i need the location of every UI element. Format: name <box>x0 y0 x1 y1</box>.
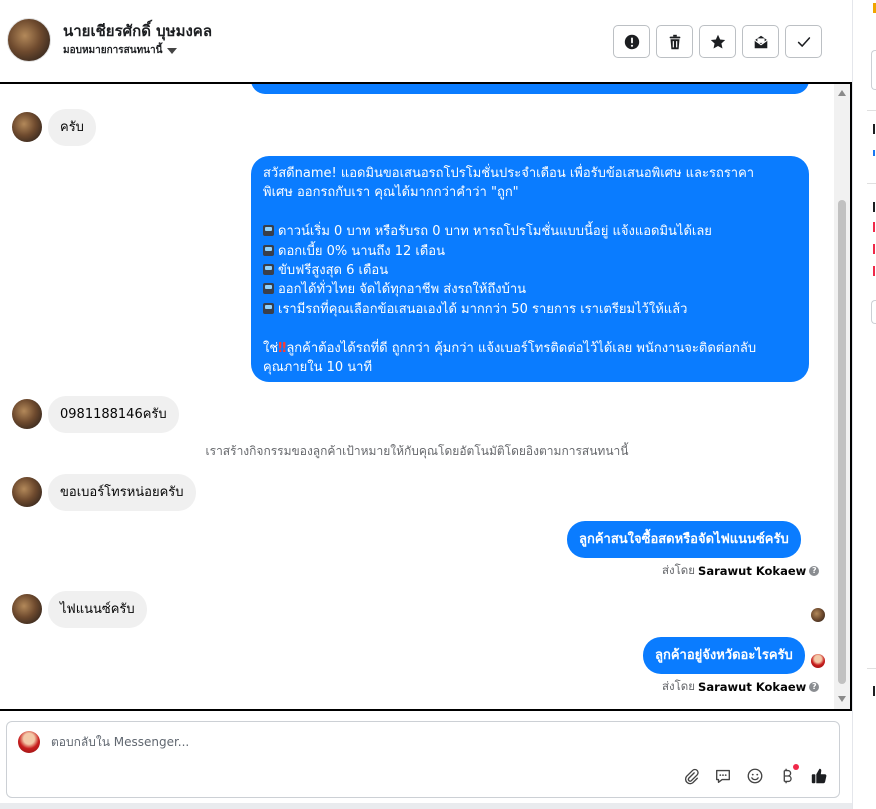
message-bubble-incoming: ครับ <box>48 109 96 146</box>
conversation-header: นายเชียรศักดิ์ บุษมงคล มอบหมายการสนทนานี… <box>0 0 852 82</box>
sent-by-line: ส่งโดย Sarawut Kokaew ? <box>662 678 820 696</box>
mark-done-button[interactable] <box>785 25 822 58</box>
assign-label: มอบหมายการสนทนานี้ <box>63 45 163 56</box>
sent-by-label: ส่งโดย <box>662 563 696 577</box>
car-emoji-icon <box>263 264 274 276</box>
panel-input-fragment[interactable] <box>871 300 876 324</box>
panel-marker <box>873 266 875 276</box>
promo-line: ออกได้ทั่วไทย จัดได้ทุกอาชีพ ส่งรถให้ถึง… <box>263 280 797 299</box>
panel-marker <box>873 150 875 156</box>
scroll-down-arrow-icon[interactable] <box>838 696 846 702</box>
car-emoji-icon <box>263 225 274 237</box>
sent-by-name[interactable]: Sarawut Kokaew <box>698 680 806 694</box>
info-icon[interactable]: ? <box>809 682 820 692</box>
smiley-icon <box>747 768 763 784</box>
envelope-open-icon <box>753 35 768 48</box>
promo-line: ใช่‼ลูกค้าต้องได้รถที่ดี ถูกกว่า คุ้มกว่… <box>263 339 797 358</box>
message-bubble-incoming: 0981188146ครับ <box>48 396 179 433</box>
baht-icon <box>783 768 792 784</box>
right-details-panel <box>852 0 876 809</box>
panel-marker <box>873 124 875 134</box>
message-bubble-outgoing-cutoff <box>251 84 809 94</box>
promo-line: คุณภายใน 10 นาที <box>263 360 373 376</box>
star-icon <box>710 34 725 48</box>
attach-button[interactable] <box>681 766 701 786</box>
thumbs-up-icon <box>811 768 827 784</box>
promo-line <box>263 319 797 338</box>
message-bubble-incoming: ไฟแนนซ์ครับ <box>48 591 147 628</box>
checkmark-icon <box>797 36 810 47</box>
sent-by-label: ส่งโดย <box>662 679 696 693</box>
sent-by-name[interactable]: Sarawut Kokaew <box>698 564 806 578</box>
exclamation-circle-icon <box>624 34 639 49</box>
panel-divider <box>867 668 876 669</box>
promo-line: ดาวน์เริ่ม 0 บาท หรือรับรถ 0 บาท หารถโปร… <box>263 222 797 241</box>
promo-message-bubble: สวัสดีname! แอดมินขอเสนอรถโปรโมชั่นประจำ… <box>251 156 809 382</box>
reply-composer <box>6 721 840 798</box>
panel-input-fragment[interactable] <box>871 50 876 90</box>
star-button[interactable] <box>699 25 736 58</box>
system-activity-note: เราสร้างกิจกรรมของลูกค้าเป้าหมายให้กับคุ… <box>205 444 629 458</box>
message-bubble-outgoing: ลูกค้าสนใจซื้อสดหรือจัดไฟแนนซ์ครับ <box>567 521 801 558</box>
promo-line <box>263 203 797 222</box>
panel-marker <box>873 686 875 696</box>
contact-message-avatar <box>12 594 42 624</box>
bottom-strip <box>0 803 852 809</box>
notification-dot <box>793 764 799 770</box>
agent-avatar <box>18 731 40 753</box>
promo-line: ขับฟรีสูงสุด 6 เดือน <box>263 261 797 280</box>
scroll-up-arrow-icon[interactable] <box>838 90 846 96</box>
panel-marker <box>873 202 875 212</box>
contact-message-avatar <box>12 477 42 507</box>
chat-bubble-icon <box>716 769 730 783</box>
emoji-button[interactable] <box>745 766 765 786</box>
like-button[interactable] <box>809 766 829 786</box>
caret-down-icon <box>167 47 178 54</box>
contact-message-avatar <box>12 399 42 429</box>
message-bubble-incoming: ขอเบอร์โทรหน่อยครับ <box>48 474 196 511</box>
thread-scrollbar[interactable] <box>834 84 850 709</box>
payment-button[interactable] <box>777 764 799 786</box>
delete-button[interactable] <box>656 25 693 58</box>
car-emoji-icon <box>263 283 274 295</box>
car-emoji-icon <box>263 302 274 314</box>
promo-line: สวัสดีname! แอดมินขอเสนอรถโปรโมชั่นประจำ… <box>263 166 755 181</box>
assign-conversation-dropdown[interactable]: มอบหมายการสนทนานี้ <box>63 43 178 58</box>
read-receipt-avatar <box>811 608 825 622</box>
panel-marker <box>873 222 875 232</box>
paperclip-icon <box>684 768 699 785</box>
scrollbar-thumb[interactable] <box>838 200 846 684</box>
panel-divider <box>867 110 876 111</box>
panel-marker <box>873 244 875 254</box>
message-thread[interactable]: ครับ สวัสดีname! แอดมินขอเสนอรถโปรโมชั่น… <box>0 82 852 711</box>
message-bubble-outgoing: ลูกค้าอยู่จังหวัดอะไรครับ <box>643 637 805 674</box>
trash-icon <box>669 34 680 49</box>
promo-line: เรามีรถที่คุณเลือกข้อเสนอเองได้ มากกว่า … <box>263 300 797 319</box>
read-receipt-avatar <box>811 654 825 668</box>
promo-line: พิเศษ ออกรถกับเรา คุณได้มากกว่าคำว่า "ถู… <box>263 185 519 201</box>
sent-by-line: ส่งโดย Sarawut Kokaew ? <box>662 562 820 580</box>
mark-unread-button[interactable] <box>742 25 779 58</box>
contact-name[interactable]: นายเชียรศักดิ์ บุษมงคล <box>63 19 212 43</box>
promo-line: ดอกเบี้ย 0% นานถึง 12 เดือน <box>263 242 797 261</box>
car-emoji-icon <box>263 244 274 256</box>
header-actions <box>613 25 822 58</box>
info-icon[interactable]: ? <box>809 566 820 576</box>
composer-tools <box>681 764 829 786</box>
panel-divider <box>867 183 876 184</box>
contact-message-avatar <box>12 112 42 142</box>
mark-spam-button[interactable] <box>613 25 650 58</box>
saved-replies-button[interactable] <box>713 766 733 786</box>
messenger-inbox: นายเชียรศักดิ์ บุษมงคล มอบหมายการสนทนานี… <box>0 0 876 809</box>
contact-avatar[interactable] <box>7 18 51 62</box>
reply-input[interactable] <box>51 735 791 749</box>
